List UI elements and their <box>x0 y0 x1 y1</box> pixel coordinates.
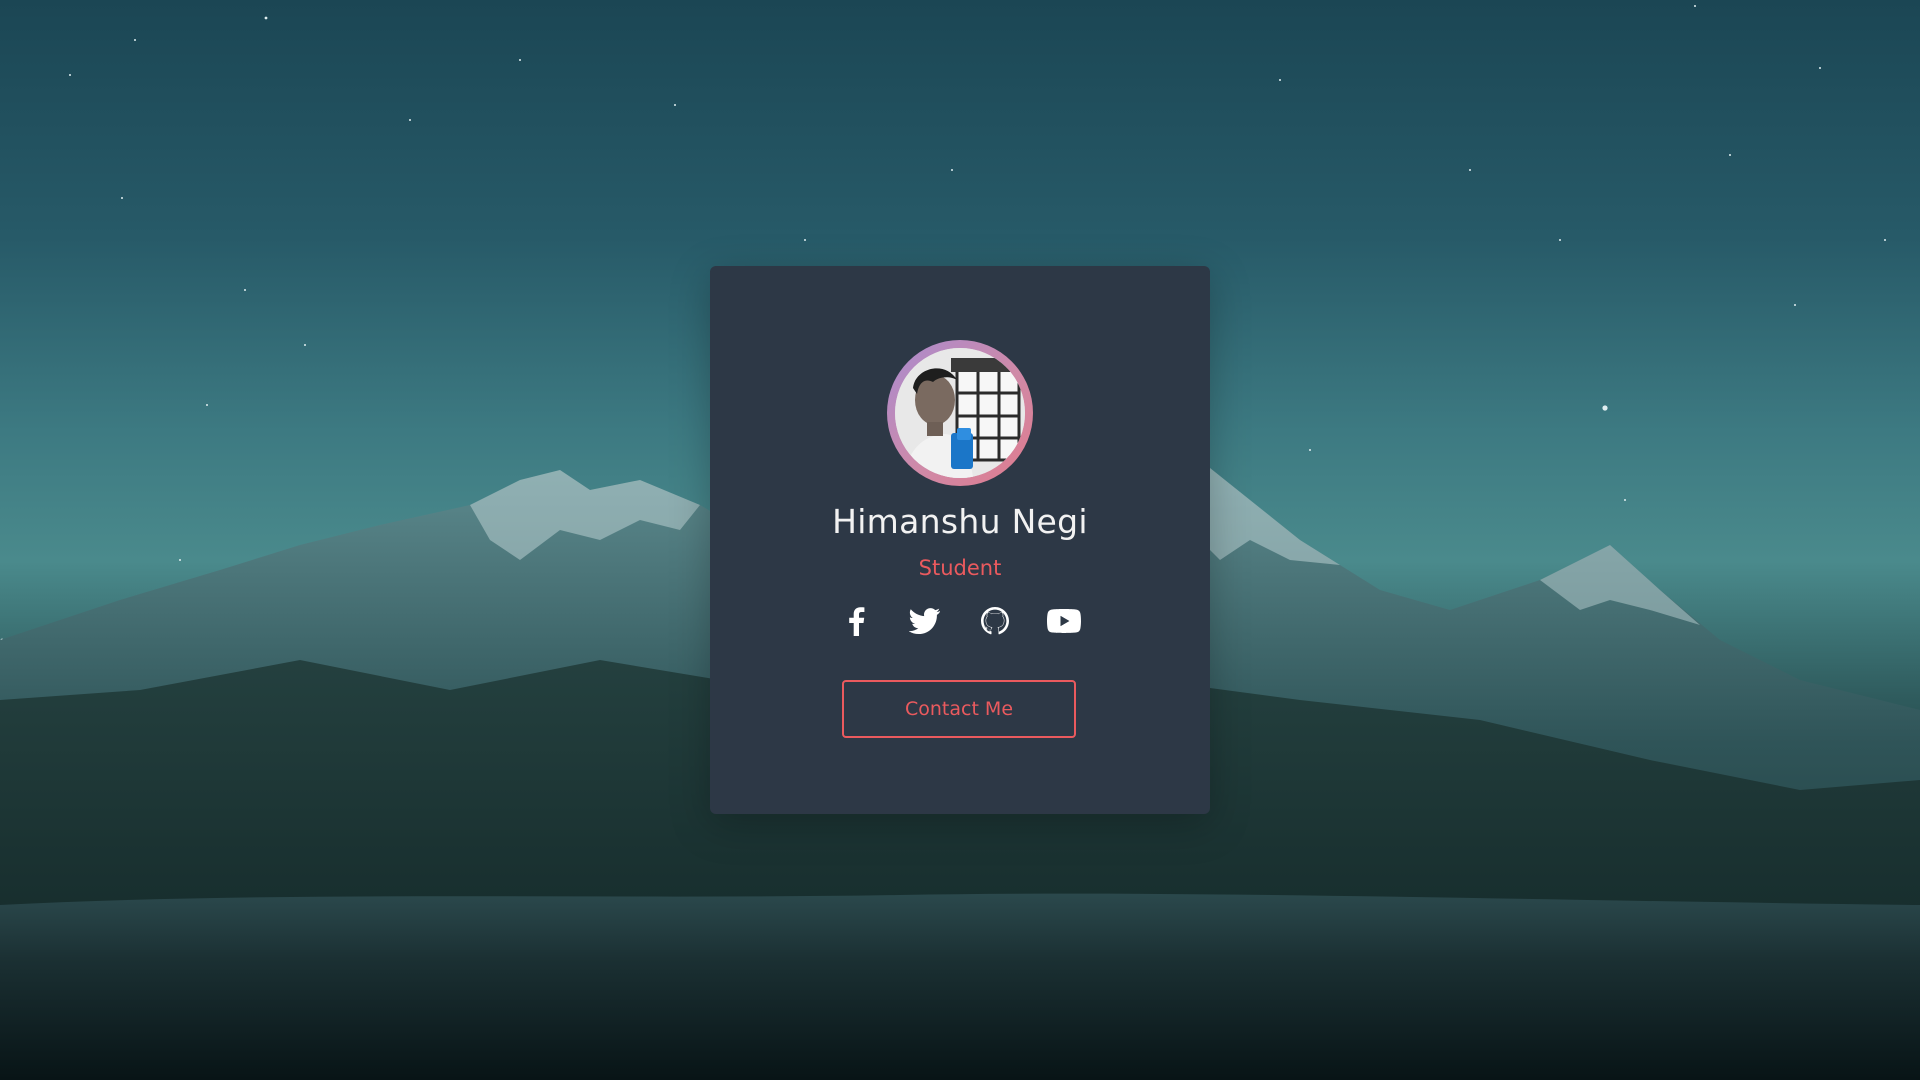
twitter-icon <box>909 608 941 634</box>
facebook-icon <box>849 607 865 636</box>
profile-role: Student <box>918 556 1002 580</box>
github-icon <box>980 607 1009 635</box>
social-links <box>838 603 1082 639</box>
github-link[interactable] <box>977 603 1013 639</box>
avatar <box>895 348 1025 478</box>
contact-me-button[interactable]: Contact Me <box>842 680 1076 738</box>
avatar-ring <box>887 340 1033 486</box>
page-background: Himanshu Negi Student Contact Me <box>0 0 1920 1080</box>
youtube-icon <box>1046 609 1081 633</box>
twitter-link[interactable] <box>907 603 943 639</box>
youtube-link[interactable] <box>1046 603 1082 639</box>
profile-name: Himanshu Negi <box>832 502 1088 541</box>
facebook-link[interactable] <box>838 603 874 639</box>
